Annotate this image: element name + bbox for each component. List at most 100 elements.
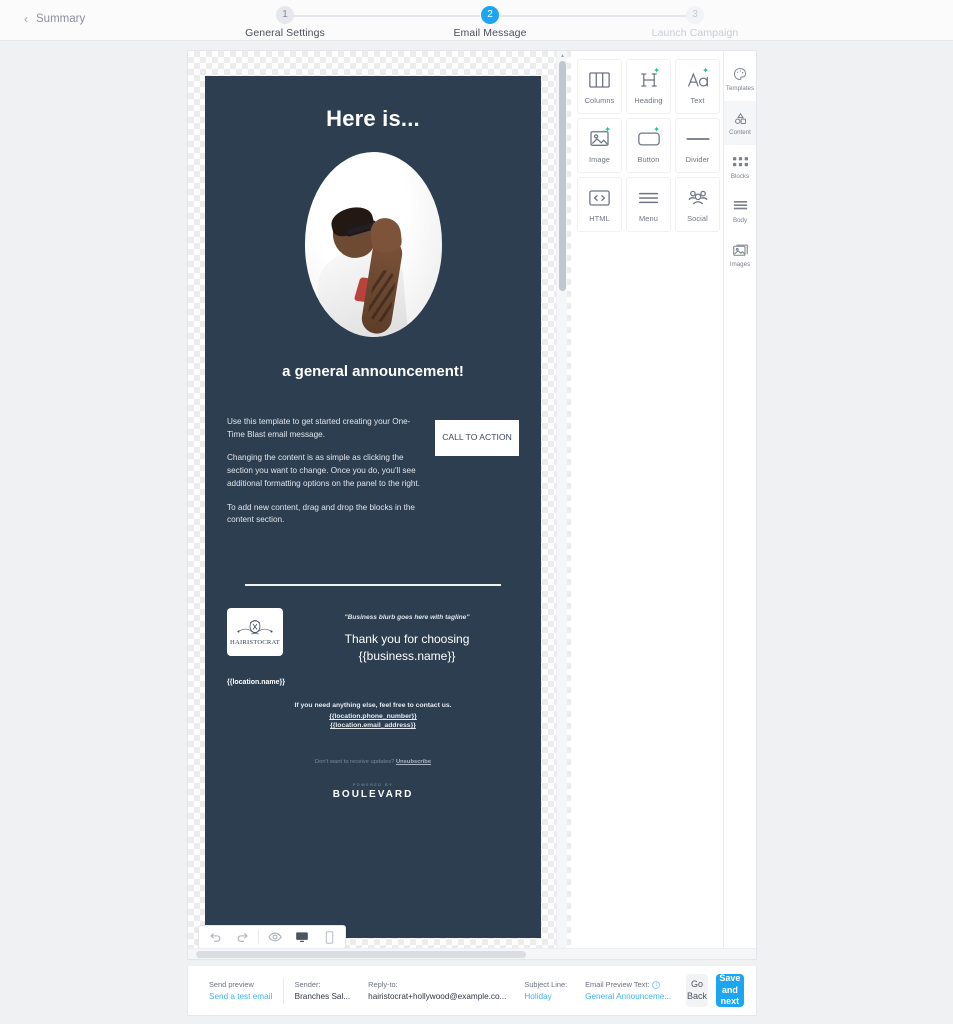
sender-label: Sender: — [294, 980, 321, 989]
email-preview-text-label: Email Preview Text: i — [585, 980, 671, 989]
block-tile-heading[interactable]: ✦ Heading — [626, 59, 671, 114]
powered-by-label: POWERED BY — [352, 782, 394, 787]
step-2-label: Email Message — [453, 27, 527, 39]
business-logo[interactable]: HAIRISTOCRAT — [227, 607, 283, 656]
palette-icon — [733, 66, 747, 82]
back-to-summary-link[interactable]: ‹ Summary — [24, 13, 85, 25]
horizontal-scroll-thumb[interactable] — [196, 951, 526, 958]
subject-line-field[interactable]: Subject Line: Holiday — [515, 980, 576, 1001]
save-and-next-button[interactable]: Save and next — [715, 973, 744, 1007]
location-name-token: {{location.name}} — [227, 678, 285, 686]
toolbar-divider — [258, 930, 259, 944]
email-divider[interactable] — [245, 583, 501, 586]
back-link-label: Summary — [36, 13, 86, 25]
unsubscribe-text: Don't want to receive updates? — [314, 758, 395, 765]
block-tile-image[interactable]: ✦ Image — [577, 118, 622, 173]
block-tile-divider[interactable]: Divider — [675, 118, 720, 173]
stepper: 1 General Settings 2 Email Message 3 Lau… — [210, 4, 770, 39]
canvas-vertical-scrollbar[interactable]: ▲ ▼ — [556, 51, 567, 959]
block-label-html: HTML — [589, 213, 610, 223]
block-tile-columns[interactable]: Columns — [577, 59, 622, 114]
step-3-number: 3 — [686, 6, 704, 24]
email-footer-text[interactable]: "Business blurb goes here with tagline" … — [295, 608, 519, 665]
email-body[interactable]: Here is... a general announcement! Use t… — [205, 76, 541, 938]
email-editor: Here is... a general announcement! Use t… — [187, 50, 757, 960]
columns-icon — [589, 69, 610, 91]
chevron-left-icon: ‹ — [24, 12, 28, 26]
canvas-horizontal-scrollbar[interactable] — [188, 948, 756, 959]
rail-item-blocks[interactable]: Blocks — [724, 145, 756, 189]
email-preview-text-field[interactable]: Email Preview Text: i General Announceme… — [576, 980, 680, 1001]
preview-text-label-text: Email Preview Text: — [585, 980, 650, 989]
block-label-button: Button — [637, 154, 660, 164]
block-label-heading: Heading — [634, 95, 663, 105]
lines-icon — [733, 198, 748, 214]
canvas-mini-toolbar[interactable] — [198, 925, 346, 949]
block-tile-text[interactable]: ✦ Text — [675, 59, 720, 114]
hero-portrait-image[interactable] — [304, 152, 442, 337]
eye-icon[interactable] — [262, 926, 288, 948]
rail-item-body[interactable]: Body — [724, 189, 756, 233]
rail-item-content[interactable]: Content — [724, 101, 756, 145]
redo-icon[interactable] — [229, 926, 255, 948]
mobile-icon[interactable] — [316, 926, 342, 948]
block-tile-button[interactable]: ✦ Button — [626, 118, 671, 173]
reply-to-field[interactable]: Reply-to: hairistocrat+hollywood@example… — [359, 980, 515, 1001]
rail-item-images[interactable]: Images — [724, 233, 756, 277]
email-preview-text-value[interactable]: General Announceme... — [585, 992, 671, 1001]
subject-line-label: Subject Line: — [524, 980, 568, 989]
contact-block[interactable]: If you need anything else, feel free to … — [205, 702, 541, 729]
content-blocks-panel: Columns ✦ Heading ✦ Text ✦ Image ✦ Butto… — [571, 51, 726, 959]
subject-line-value[interactable]: Holiday — [524, 992, 567, 1001]
block-tile-social[interactable]: Social — [675, 177, 720, 232]
step-1-number: 1 — [276, 6, 294, 24]
email-paragraph-2: Changing the content is as simple as cli… — [227, 453, 420, 488]
send-preview-label: Send preview — [209, 980, 254, 989]
block-tile-html[interactable]: HTML — [577, 177, 622, 232]
rail-item-templates[interactable]: Templates — [724, 57, 756, 101]
thank-you-line-1: Thank you for choosing — [344, 631, 470, 646]
email-paragraph-3: To add new content, drag and drop the bl… — [227, 502, 415, 525]
vertical-scroll-thumb[interactable] — [559, 61, 566, 291]
logo-wordmark: HAIRISTOCRAT — [230, 638, 280, 646]
send-test-email-link[interactable]: Send a test email — [209, 992, 272, 1001]
reply-to-label: Reply-to: — [368, 980, 398, 989]
block-label-divider: Divider — [685, 154, 710, 164]
go-back-button[interactable]: Go Back — [686, 974, 708, 1007]
step-general-settings[interactable]: 1 General Settings — [210, 4, 360, 39]
email-text-column[interactable]: Use this template to get started creatin… — [227, 416, 421, 538]
ai-sparkle-icon: ✦ — [604, 125, 611, 134]
block-label-social: Social — [687, 213, 708, 223]
undo-icon[interactable] — [202, 926, 228, 948]
info-icon[interactable]: i — [652, 980, 661, 989]
unsubscribe-link[interactable]: Unsubscribe — [396, 759, 431, 765]
contact-phone-link[interactable]: {{location.phone_number}} — [205, 713, 541, 720]
block-label-image: Image — [588, 154, 611, 164]
thank-you-line-2: {{business.name}} — [358, 648, 456, 663]
email-subheading[interactable]: a general announcement! — [205, 363, 541, 380]
desktop-icon[interactable] — [289, 926, 315, 948]
email-body-columns: Use this template to get started creatin… — [227, 416, 519, 538]
powered-by-block: POWERED BY BOULEVARD — [205, 783, 541, 800]
sender-field[interactable]: Sender: Branches Sal... — [286, 980, 360, 1001]
social-icon — [687, 187, 709, 209]
email-heading[interactable]: Here is... — [205, 106, 541, 132]
scroll-up-arrow-icon[interactable]: ▲ — [560, 53, 565, 59]
business-blurb: "Business blurb goes here with tagline" — [344, 613, 470, 621]
step-3-label: Launch Campaign — [651, 27, 739, 39]
block-tile-menu[interactable]: Menu — [626, 177, 671, 232]
call-to-action-button[interactable]: CALL TO ACTION — [435, 420, 519, 456]
photos-icon — [732, 242, 748, 258]
contact-intro-text: If you need anything else, feel free to … — [294, 701, 452, 709]
unsubscribe-row: Don't want to receive updates? Unsubscri… — [205, 759, 541, 765]
rail-label-images: Images — [729, 261, 751, 268]
email-footer-row: HAIRISTOCRAT "Business blurb goes here w… — [227, 607, 519, 665]
step-2-number: 2 — [481, 6, 499, 24]
contact-email-link[interactable]: {{location.email_address}} — [205, 722, 541, 729]
email-canvas-stage[interactable]: Here is... a general announcement! Use t… — [188, 51, 571, 959]
hero-image-block[interactable] — [205, 152, 541, 337]
crest-icon — [237, 620, 273, 635]
step-email-message[interactable]: 2 Email Message — [415, 4, 565, 39]
blocks-grid: Columns ✦ Heading ✦ Text ✦ Image ✦ Butto… — [577, 59, 720, 232]
step-launch-campaign[interactable]: 3 Launch Campaign — [620, 4, 770, 39]
